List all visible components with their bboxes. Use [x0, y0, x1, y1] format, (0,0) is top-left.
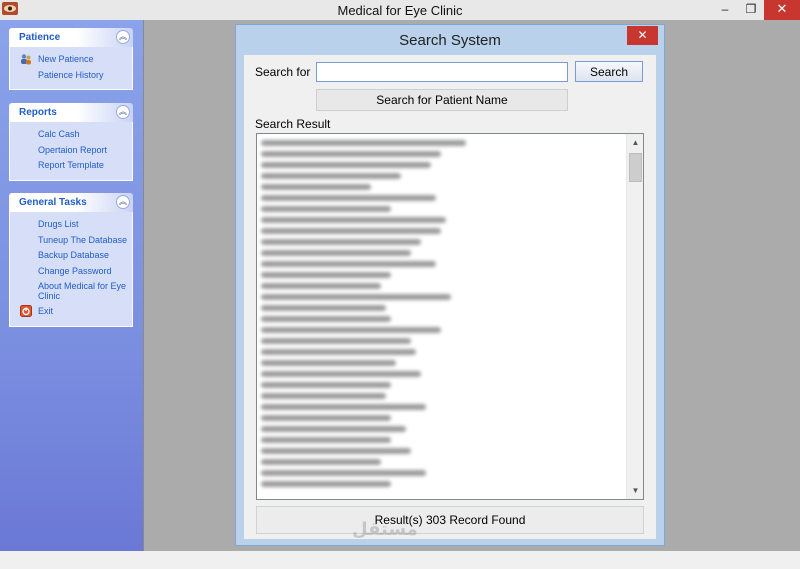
panel-title: Patience	[19, 32, 61, 43]
redacted-row[interactable]	[261, 481, 391, 487]
task-patience-history[interactable]: Patience History	[10, 68, 132, 84]
panel-title: Reports	[19, 107, 57, 118]
redacted-row[interactable]	[261, 250, 411, 256]
redacted-row[interactable]	[261, 360, 396, 366]
task-label: Drugs List	[38, 219, 79, 229]
task-label: Opertaion Report	[38, 144, 108, 155]
window-title: Medical for Eye Clinic	[337, 3, 463, 18]
task-tuneup-database[interactable]: Tuneup The Database	[10, 233, 132, 249]
redacted-row[interactable]	[261, 415, 391, 421]
panel-reports-header[interactable]: Reports ︽	[9, 103, 133, 122]
task-operation-report[interactable]: Opertaion Report	[10, 143, 132, 159]
redacted-row[interactable]	[261, 382, 391, 388]
search-dialog: Search System ✕ Search for Search Search…	[235, 24, 665, 546]
dialog-title: Search System	[399, 32, 501, 49]
task-backup-database[interactable]: Backup Database	[10, 248, 132, 264]
search-for-label: Search for	[255, 65, 311, 79]
redacted-row[interactable]	[261, 239, 421, 245]
redacted-row[interactable]	[261, 140, 466, 146]
restore-button[interactable]: ❐	[738, 0, 764, 20]
close-dialog-button[interactable]: ✕	[627, 26, 658, 45]
search-input[interactable]	[316, 62, 568, 82]
panel-general-tasks: General Tasks ︽ Drugs List Tuneup The Da…	[9, 193, 133, 327]
collapse-icon[interactable]: ︽	[116, 195, 130, 209]
redacted-row[interactable]	[261, 151, 441, 157]
redacted-row[interactable]	[261, 349, 416, 355]
task-label: About Medical for Eye Clinic	[38, 281, 127, 301]
redacted-row[interactable]	[261, 327, 441, 333]
panel-general-tasks-body: Drugs List Tuneup The Database Backup Da…	[9, 212, 133, 327]
collapse-icon[interactable]: ︽	[116, 30, 130, 44]
redacted-row[interactable]	[261, 195, 436, 201]
task-new-patience[interactable]: New Patience	[10, 52, 132, 68]
redacted-row[interactable]	[261, 206, 391, 212]
redacted-row[interactable]	[261, 437, 391, 443]
redacted-row[interactable]	[261, 404, 426, 410]
redacted-row[interactable]	[261, 283, 381, 289]
task-calc-cash[interactable]: Calc Cash	[10, 127, 132, 143]
users-icon	[21, 54, 31, 65]
search-result-list[interactable]: ▲ ▼	[256, 133, 644, 500]
panel-patience: Patience ︽ New Patience Patience History	[9, 28, 133, 90]
redacted-row[interactable]	[261, 294, 451, 300]
task-label: Exit	[38, 306, 54, 316]
panel-general-tasks-header[interactable]: General Tasks ︽	[9, 193, 133, 212]
redacted-row[interactable]	[261, 162, 431, 168]
scroll-thumb[interactable]	[629, 153, 642, 182]
search-hint: Search for Patient Name	[316, 89, 568, 111]
task-label: Calc Cash	[38, 129, 80, 139]
panel-reports-body: Calc Cash Opertaion Report Report Templa…	[9, 122, 133, 181]
close-window-button[interactable]: ✕	[764, 0, 800, 20]
task-label: Change Password	[38, 265, 112, 276]
panel-reports: Reports ︽ Calc Cash Opertaion Report Rep…	[9, 103, 133, 181]
redacted-row[interactable]	[261, 371, 421, 377]
task-report-template[interactable]: Report Template	[10, 158, 132, 174]
redacted-row[interactable]	[261, 470, 426, 476]
task-label: Backup Database	[38, 250, 110, 260]
task-drugs-list[interactable]: Drugs List	[10, 217, 132, 233]
result-count-status: Result(s) 303 Record Found	[256, 506, 644, 534]
panel-patience-header[interactable]: Patience ︽	[9, 28, 133, 47]
task-label: Tuneup The Database	[38, 234, 128, 245]
redacted-row[interactable]	[261, 228, 441, 234]
minimize-button[interactable]: –	[712, 0, 738, 20]
title-bar: Medical for Eye Clinic – ❐ ✕	[0, 0, 800, 20]
redacted-row[interactable]	[261, 338, 411, 344]
redacted-row[interactable]	[261, 448, 411, 454]
task-about[interactable]: About Medical for Eye Clinic	[10, 279, 132, 304]
search-result-label: Search Result	[255, 117, 331, 131]
collapse-icon[interactable]: ︽	[116, 105, 130, 119]
task-sidebar: Patience ︽ New Patience Patience History…	[0, 20, 143, 551]
redacted-row[interactable]	[261, 173, 401, 179]
redacted-row[interactable]	[261, 316, 391, 322]
redacted-row[interactable]	[261, 393, 386, 399]
task-exit[interactable]: Exit	[10, 304, 132, 320]
redacted-row[interactable]	[261, 305, 386, 311]
panel-patience-body: New Patience Patience History	[9, 47, 133, 90]
redacted-row[interactable]	[261, 272, 391, 278]
redacted-row[interactable]	[261, 426, 406, 432]
task-label: New Patience	[38, 54, 94, 64]
redacted-row[interactable]	[261, 217, 446, 223]
redacted-row[interactable]	[261, 261, 436, 267]
dialog-client-area: Search for Search Search for Patient Nam…	[244, 55, 656, 539]
task-change-password[interactable]: Change Password	[10, 264, 132, 280]
redacted-row[interactable]	[261, 459, 381, 465]
task-label: Report Template	[38, 160, 104, 170]
task-label: Patience History	[38, 69, 104, 80]
scroll-up-arrow-icon[interactable]: ▲	[627, 134, 643, 151]
redacted-row[interactable]	[261, 184, 371, 190]
panel-title: General Tasks	[19, 197, 87, 208]
vertical-scrollbar[interactable]: ▲ ▼	[626, 134, 643, 499]
exit-icon	[20, 305, 32, 317]
search-button[interactable]: Search	[575, 61, 643, 82]
scroll-down-arrow-icon[interactable]: ▼	[627, 482, 643, 499]
